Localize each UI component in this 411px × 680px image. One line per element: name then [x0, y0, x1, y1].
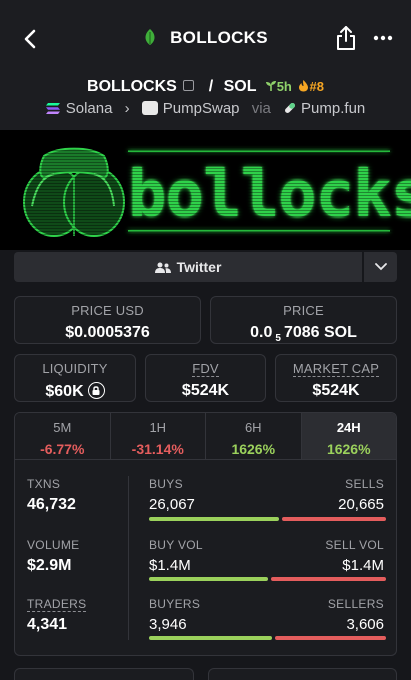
sell-vol-bar	[271, 577, 386, 581]
sprout-icon	[265, 81, 276, 91]
market-cap-label[interactable]: MARKET CAP	[276, 361, 396, 377]
fdv-label[interactable]: FDV	[146, 361, 265, 377]
buys-bar	[149, 517, 279, 521]
liquidity-label: LIQUIDITY	[42, 361, 108, 376]
chain-link[interactable]: Solana	[66, 100, 113, 117]
next-panel-left	[14, 668, 194, 680]
twitter-button[interactable]: Twitter	[14, 252, 362, 282]
tab-5m-change: -6.77%	[40, 441, 85, 457]
tab-24h[interactable]: 24H 1626%	[301, 413, 396, 459]
buy-vol-label: BUY VOL	[149, 538, 203, 552]
volume-label: VOLUME	[27, 538, 80, 552]
via-label: via	[251, 100, 271, 117]
market-cap-value: $524K	[312, 382, 360, 399]
pair-age-text: 5h	[276, 79, 292, 94]
dex-link[interactable]: PumpSwap	[163, 100, 240, 117]
pair-quote-symbol: SOL	[223, 78, 257, 95]
price-native-suffix: 7086 SOL	[283, 324, 357, 341]
price-native-zero-count: 5	[275, 333, 281, 344]
buyers-bar	[149, 636, 272, 640]
tab-6h-change: 1626%	[231, 441, 276, 457]
chevron-right-icon: ›	[124, 100, 130, 117]
buyers-label: BUYERS	[149, 597, 201, 611]
market-cap-card: MARKET CAP $524K	[275, 354, 397, 402]
tab-5m[interactable]: 5M -6.77%	[15, 413, 111, 459]
sellers-value: 3,606	[346, 616, 384, 633]
banner-scanlines	[0, 130, 411, 250]
token-banner: bollocks	[0, 130, 411, 250]
liquidity-value: $60K	[45, 383, 84, 400]
twitter-button-label: Twitter	[176, 259, 222, 275]
pair-age: 5h	[265, 79, 296, 94]
tab-24h-change: 1626%	[326, 441, 371, 457]
buy-vol-value: $1.4M	[149, 557, 191, 574]
price-usd-value: $0.0005376	[65, 324, 150, 341]
sellers-label: SELLERS	[327, 597, 384, 611]
socials-dropdown-button[interactable]	[364, 252, 397, 282]
trending-rank: #8	[298, 79, 324, 94]
fdv-card: FDV $524K	[145, 354, 266, 402]
pill-icon	[285, 103, 296, 113]
share-icon[interactable]	[335, 25, 357, 51]
market-cap-label-text: MARKET CAP	[292, 361, 380, 377]
tab-6h-label: 6H	[244, 420, 262, 435]
buyers-value: 3,946	[149, 616, 187, 633]
price-native-card: PRICE 0.0 5 7086 SOL	[210, 296, 397, 344]
pair-route-row: Solana › PumpSwap via Pump.fun	[0, 100, 411, 117]
top-bar: BOLLOCKS	[0, 0, 411, 76]
price-native-prefix: 0.0	[250, 324, 273, 341]
buys-value: 26,067	[149, 496, 195, 513]
txns-value: 46,732	[27, 496, 76, 513]
more-options-icon[interactable]	[373, 30, 393, 46]
pair-info: BOLLOCKS / SOL 5h #8 Solana › PumpSwap v…	[0, 76, 411, 130]
copy-icon[interactable]	[183, 80, 195, 91]
fire-icon	[299, 80, 309, 92]
buy-vol-bar	[149, 577, 268, 581]
tab-1h-change: -31.14%	[131, 441, 184, 457]
pair-name-row: BOLLOCKS / SOL 5h #8	[0, 78, 411, 96]
traders-label-text: TRADERS	[27, 597, 87, 612]
traders-value: 4,341	[27, 616, 68, 633]
lock-icon[interactable]	[87, 382, 105, 399]
volume-value: $2.9M	[27, 557, 72, 574]
tab-24h-label: 24H	[336, 420, 361, 435]
sells-value: 20,665	[338, 496, 384, 513]
fdv-value: $524K	[181, 382, 230, 399]
buys-label: BUYS	[149, 477, 183, 491]
stats-panel: TXNS 46,732 BUYS 26,067 SELLS 20,665 VOL…	[14, 460, 397, 656]
chevron-down-icon	[375, 263, 387, 271]
people-icon	[154, 262, 171, 273]
price-native-label: PRICE	[283, 303, 324, 318]
sellers-bar	[275, 636, 386, 640]
sell-vol-value: $1.4M	[342, 557, 384, 574]
solana-icon	[45, 103, 60, 114]
tab-5m-label: 5M	[53, 420, 72, 435]
sells-label: SELLS	[345, 477, 384, 491]
timeframe-tabs: 5M -6.77% 1H -31.14% 6H 1626% 24H 1626%	[14, 412, 397, 460]
liquidity-value-row: $60K	[15, 382, 135, 401]
pair-base-symbol: BOLLOCKS	[87, 78, 177, 95]
launchpad-link[interactable]: Pump.fun	[301, 100, 365, 117]
txns-label: TXNS	[27, 477, 61, 491]
trending-rank-text: #8	[309, 79, 324, 94]
tab-1h-label: 1H	[149, 420, 167, 435]
liquidity-card: LIQUIDITY $60K	[14, 354, 136, 402]
next-panel-right	[208, 668, 397, 680]
traders-label[interactable]: TRADERS	[27, 597, 87, 612]
price-usd-card: PRICE USD $0.0005376	[14, 296, 201, 344]
sell-vol-label: SELL VOL	[325, 538, 384, 552]
tab-1h[interactable]: 1H -31.14%	[110, 413, 206, 459]
token-leaf-icon	[145, 29, 155, 45]
tab-6h[interactable]: 6H 1626%	[206, 413, 302, 459]
pair-separator: /	[208, 78, 214, 95]
pumpswap-icon	[141, 101, 158, 115]
price-usd-label: PRICE USD	[71, 303, 144, 318]
page-title-text: BOLLOCKS	[170, 28, 268, 47]
sells-bar	[282, 517, 386, 521]
fdv-label-text: FDV	[192, 361, 219, 377]
stats-divider	[128, 476, 129, 640]
price-native-value: 0.0 5 7086 SOL	[211, 324, 396, 344]
